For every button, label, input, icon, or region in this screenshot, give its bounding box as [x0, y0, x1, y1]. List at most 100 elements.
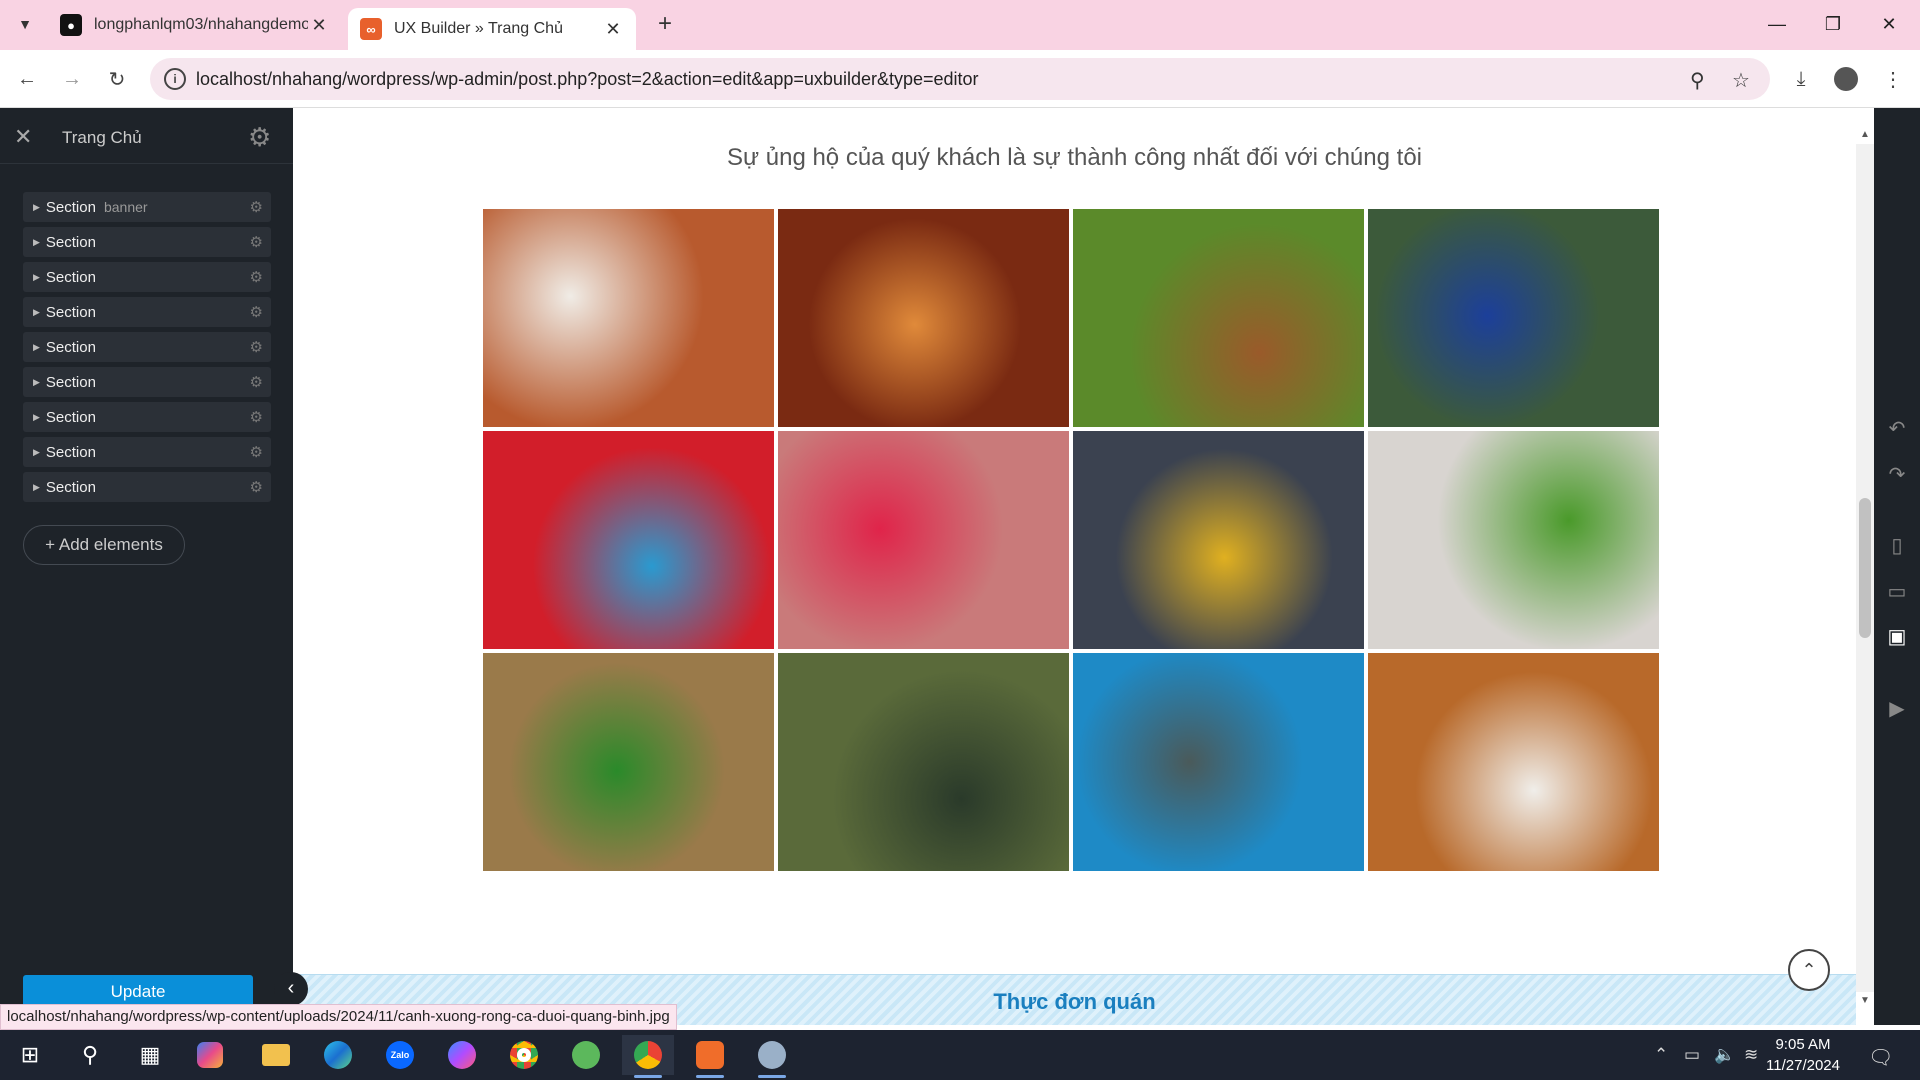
tab-title: UX Builder » Trang Chủ — [394, 20, 563, 37]
section-item[interactable]: ▶ Section ⚙ — [23, 227, 271, 257]
close-tab-icon[interactable]: ✕ — [602, 19, 624, 40]
close-tab-icon[interactable]: ✕ — [308, 15, 330, 36]
expand-arrow-icon[interactable]: ▶ — [33, 307, 40, 318]
reload-icon[interactable]: ↻ — [100, 62, 134, 96]
expand-arrow-icon[interactable]: ▶ — [33, 482, 40, 493]
fish-sashimi-photo[interactable] — [1368, 431, 1659, 649]
canvas-scrollbar[interactable] — [1856, 144, 1874, 992]
fried-fish-photo[interactable] — [1368, 653, 1659, 871]
small-snails-photo[interactable] — [778, 653, 1069, 871]
section-item[interactable]: ▶ Section ⚙ — [23, 332, 271, 362]
notifications-icon[interactable]: 🗨 — [1868, 1045, 1893, 1070]
edge-icon[interactable] — [312, 1035, 364, 1075]
page-settings-gear-icon[interactable]: ⚙ — [248, 122, 271, 153]
expand-arrow-icon[interactable]: ▶ — [33, 377, 40, 388]
live-crabs-photo[interactable] — [1073, 431, 1364, 649]
file-explorer-icon[interactable] — [250, 1035, 302, 1075]
restore-icon[interactable]: ❐ — [1805, 0, 1861, 48]
page-canvas: Sự ủng hộ của quý khách là sự thành công… — [293, 108, 1856, 1025]
expand-arrow-icon[interactable]: ▶ — [33, 272, 40, 283]
expand-arrow-icon[interactable]: ▶ — [33, 202, 40, 213]
wifi-icon[interactable]: ≋ — [1744, 1045, 1758, 1065]
squid-basket-photo[interactable] — [778, 431, 1069, 649]
fish-soup-photo[interactable] — [1073, 209, 1364, 427]
search-icon[interactable]: ⚲ — [64, 1035, 116, 1075]
collapse-sidebar-button[interactable]: ‹ — [274, 972, 308, 1006]
zoom-icon[interactable]: ⚲ — [1690, 68, 1705, 93]
scrollbar-thumb[interactable] — [1859, 498, 1871, 638]
copilot-icon[interactable] — [184, 1035, 236, 1075]
section-gear-icon[interactable]: ⚙ — [250, 408, 263, 426]
download-icon[interactable]: ⤓ — [1784, 62, 1818, 96]
seafood-basins-photo[interactable] — [483, 431, 774, 649]
site-info-icon[interactable]: i — [164, 68, 186, 90]
section-item[interactable]: ▶ Section ⚙ — [23, 297, 271, 327]
section-gear-icon[interactable]: ⚙ — [250, 478, 263, 496]
tablet-view-icon[interactable]: ▭ — [1874, 579, 1920, 604]
raw-seafood-platter-photo[interactable] — [1368, 209, 1659, 427]
tab-title: longphanlqm03/nhahangdemo — [94, 16, 308, 33]
xampp-icon[interactable] — [684, 1035, 736, 1078]
section-item[interactable]: ▶ Section ⚙ — [23, 262, 271, 292]
expand-arrow-icon[interactable]: ▶ — [33, 447, 40, 458]
url-text[interactable]: localhost/nhahang/wordpress/wp-admin/pos… — [196, 69, 979, 90]
close-icon[interactable]: ✕ — [14, 124, 32, 150]
zalo-icon[interactable]: Zalo — [374, 1035, 426, 1075]
section-item[interactable]: ▶ Section banner ⚙ — [23, 192, 271, 222]
snail-salad-photo[interactable] — [483, 653, 774, 871]
chrome-icon[interactable] — [498, 1035, 550, 1075]
section-gear-icon[interactable]: ⚙ — [250, 268, 263, 286]
desktop-view-icon[interactable]: ▣ — [1874, 624, 1920, 649]
back-icon[interactable]: ← — [10, 62, 44, 96]
redo-icon[interactable]: ↷ — [1874, 462, 1920, 487]
link-status-bubble: localhost/nhahang/wordpress/wp-content/u… — [0, 1004, 677, 1030]
forward-icon[interactable]: → — [55, 62, 89, 96]
caramelized-squid-photo[interactable] — [778, 209, 1069, 427]
section-gear-icon[interactable]: ⚙ — [250, 373, 263, 391]
system-clock[interactable]: 9:05 AM 11/27/2024 — [1758, 1034, 1848, 1076]
scroll-to-top-button[interactable]: ⌃ — [1788, 949, 1830, 991]
section-gear-icon[interactable]: ⚙ — [250, 233, 263, 251]
address-bar[interactable]: i localhost/nhahang/wordpress/wp-admin/p… — [150, 58, 1770, 100]
section-item[interactable]: ▶ Section ⚙ — [23, 437, 271, 467]
chrome-active-icon[interactable] — [622, 1035, 674, 1078]
section-gear-icon[interactable]: ⚙ — [250, 198, 263, 216]
minimize-icon[interactable]: — — [1749, 0, 1805, 48]
section-item[interactable]: ▶ Section ⚙ — [23, 472, 271, 502]
battery-icon[interactable]: ▭ — [1684, 1045, 1700, 1065]
tab-github[interactable]: ● longphanlqm03/nhahangdemo ✕ — [48, 6, 342, 44]
app-green-icon[interactable] — [560, 1035, 612, 1075]
mobile-view-icon[interactable]: ▯ — [1874, 533, 1920, 558]
menu-kebab-icon[interactable]: ⋮ — [1876, 62, 1910, 96]
expand-arrow-icon[interactable]: ▶ — [33, 412, 40, 423]
lobster-dish-photo[interactable] — [483, 209, 774, 427]
paint-icon[interactable] — [746, 1035, 798, 1078]
section-item[interactable]: ▶ Section ⚙ — [23, 367, 271, 397]
messenger-icon[interactable] — [436, 1035, 488, 1075]
volume-icon[interactable]: 🔈 — [1714, 1045, 1735, 1065]
expand-arrow-icon[interactable]: ▶ — [33, 237, 40, 248]
scroll-up-arrow-icon[interactable]: ▲ — [1856, 126, 1874, 144]
windows-start-icon[interactable]: ⊞ — [4, 1035, 56, 1075]
mantis-shrimp-photo[interactable] — [1073, 653, 1364, 871]
tab-search-button[interactable]: ▼ — [10, 9, 40, 39]
preview-play-icon[interactable]: ▶ — [1874, 696, 1920, 721]
tab-ux-builder[interactable]: ∞ UX Builder » Trang Chủ ✕ — [348, 8, 636, 50]
task-view-icon[interactable]: ▦ — [124, 1035, 176, 1075]
bookmark-star-icon[interactable]: ☆ — [1732, 68, 1750, 93]
section-gear-icon[interactable]: ⚙ — [250, 303, 263, 321]
section-gear-icon[interactable]: ⚙ — [250, 443, 263, 461]
scroll-down-arrow-icon[interactable]: ▼ — [1856, 992, 1874, 1010]
add-elements-button[interactable]: + Add elements — [23, 525, 185, 565]
undo-icon[interactable]: ↶ — [1874, 416, 1920, 441]
section-item[interactable]: ▶ Section ⚙ — [23, 402, 271, 432]
new-tab-button[interactable]: + — [650, 9, 680, 39]
close-window-icon[interactable]: ✕ — [1861, 0, 1917, 48]
sidebar-header: ✕ Trang Chủ ⚙ — [0, 108, 293, 164]
tray-chevron-up-icon[interactable]: ⌃ — [1654, 1045, 1668, 1065]
windows-taskbar: ⊞ ⚲ ▦ Zalo ⌃ ▭ 🔈 ≋ 9:05 AM 11/27/2024 🗨 — [0, 1030, 1920, 1080]
section-gear-icon[interactable]: ⚙ — [250, 338, 263, 356]
expand-arrow-icon[interactable]: ▶ — [33, 342, 40, 353]
section-label: Section — [45, 443, 96, 461]
avatar[interactable] — [1829, 62, 1863, 96]
